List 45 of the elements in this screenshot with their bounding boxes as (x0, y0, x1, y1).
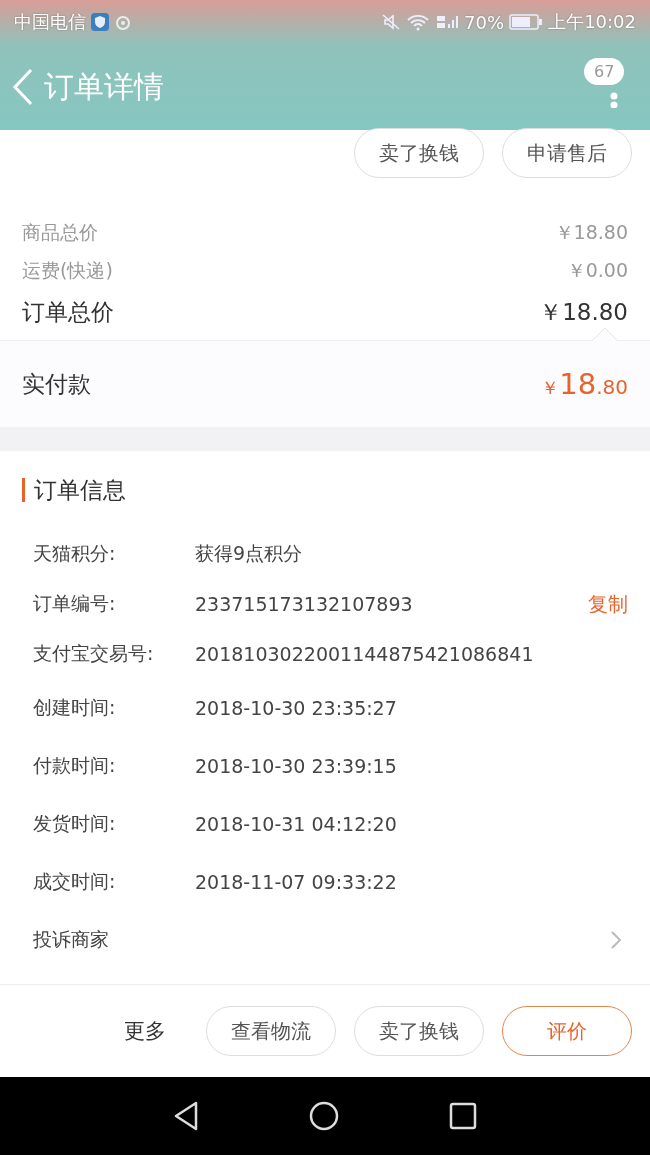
info-value: 233715173132107893 (195, 593, 414, 615)
info-label: 天猫积分: (33, 541, 117, 566)
action-button[interactable]: 查看物流 (206, 1006, 336, 1056)
info-value: 2018-11-07 09:33:22 (195, 871, 398, 893)
action-button[interactable]: 卖了换钱 (354, 1006, 484, 1056)
shield-icon (91, 13, 109, 31)
complaint-link[interactable]: 投诉商家 (33, 927, 195, 953)
info-label: 成交时间: (33, 869, 117, 894)
carrier-name: 中国电信 (14, 10, 86, 34)
back-nav-icon[interactable] (173, 1101, 199, 1131)
info-label: 发货时间: (33, 811, 117, 836)
signal-icon (435, 13, 460, 31)
info-value: 获得9点积分 (195, 541, 304, 566)
paid-label: 实付款 (22, 369, 91, 399)
summary-value: ￥0.00 (566, 258, 628, 283)
clock-time: 上午10:02 (548, 10, 636, 34)
info-label: 订单编号: (33, 591, 117, 616)
mute-icon (381, 13, 402, 31)
info-label: 付款时间: (33, 753, 117, 778)
info-label: 创建时间: (33, 695, 117, 720)
chevron-right-icon (610, 930, 622, 950)
home-nav-icon[interactable] (309, 1101, 339, 1131)
notification-badge: 67 (584, 58, 625, 85)
info-value: 2018-10-31 04:12:20 (195, 813, 398, 835)
wifi-icon (406, 13, 431, 31)
summary-label: 商品总价 (22, 220, 98, 245)
paid-decimal: .80 (596, 375, 628, 399)
action-button[interactable]: 卖了换钱 (354, 128, 484, 178)
info-label: 支付宝交易号: (33, 641, 155, 666)
recents-nav-icon[interactable] (449, 1102, 477, 1130)
summary-label: 订单总价 (22, 297, 114, 327)
info-value: 2018-10-30 23:35:27 (195, 697, 398, 719)
section-title: 订单信息 (34, 475, 126, 505)
summary-label: 运费(快递) (22, 258, 113, 283)
battery-icon (509, 14, 544, 30)
summary-value: ￥18.80 (554, 220, 628, 245)
info-value: 2018103022001144875421086841 (195, 643, 535, 665)
info-value: 2018-10-30 23:39:15 (195, 755, 398, 777)
summary-value: ￥18.80 (539, 297, 628, 327)
page-title: 订单详情 (44, 67, 164, 106)
battery-percent: 70% (464, 11, 505, 33)
paid-amount: 18 (559, 367, 597, 401)
more-link[interactable]: 更多 (124, 1017, 166, 1045)
currency-sign: ￥ (541, 376, 560, 400)
action-button[interactable]: 申请售后 (502, 128, 632, 178)
